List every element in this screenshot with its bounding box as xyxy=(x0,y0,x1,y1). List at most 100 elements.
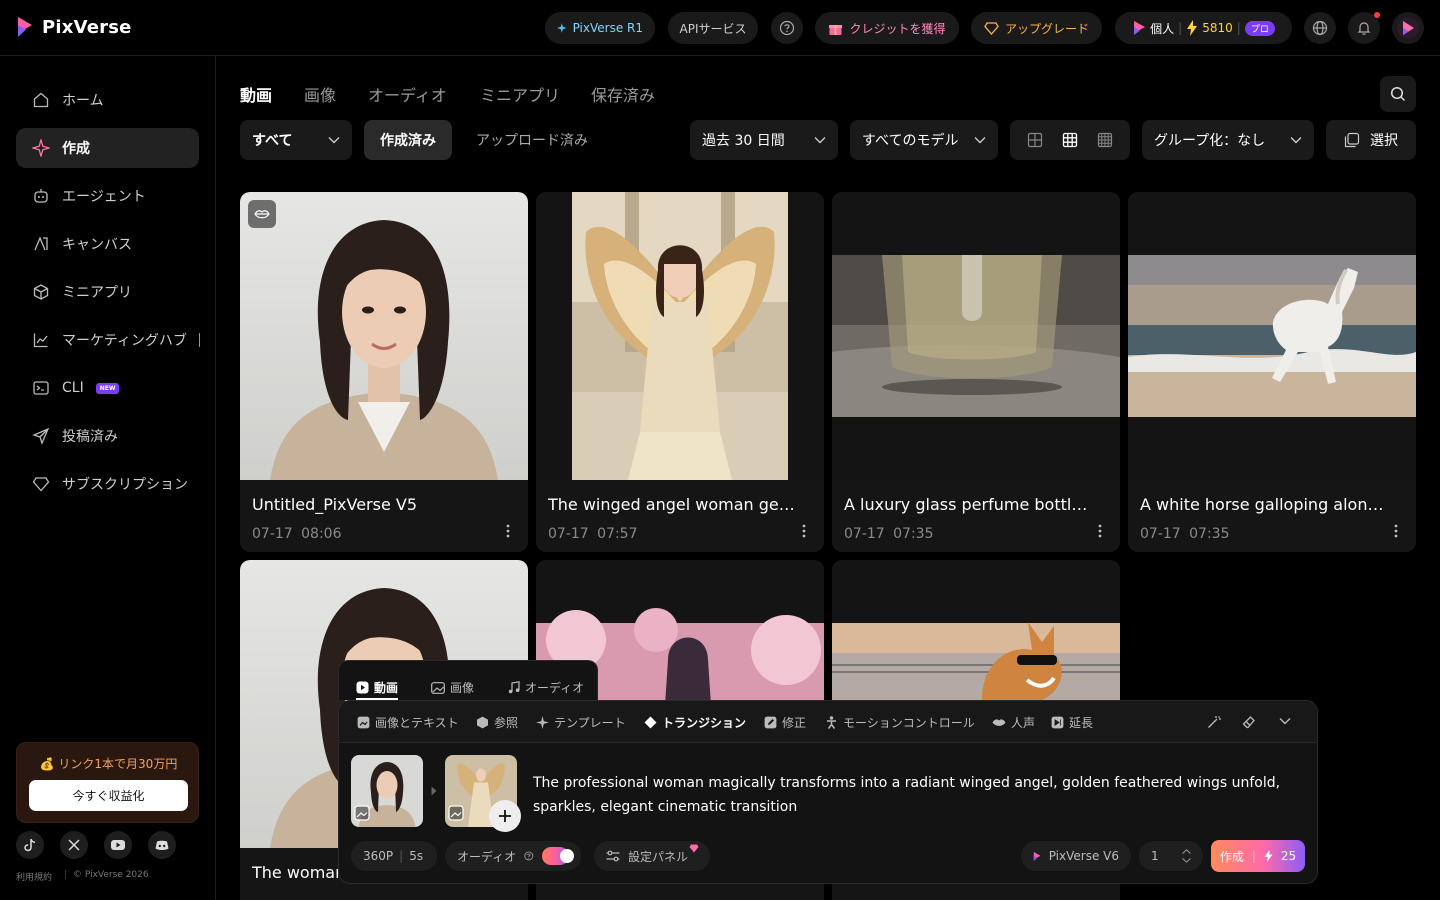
earn-credits-button[interactable]: クレジットを獲得 xyxy=(815,12,959,44)
language-button[interactable] xyxy=(1304,12,1336,44)
select-button[interactable]: 選択 xyxy=(1326,120,1416,160)
discord-link[interactable] xyxy=(148,831,176,859)
pixverse-r1-button[interactable]: PixVerse R1 xyxy=(545,12,655,44)
tab-video[interactable]: 動画 xyxy=(240,82,272,106)
lightning-icon xyxy=(1264,850,1273,862)
date-range-select[interactable]: 過去 30 日間 xyxy=(690,120,838,160)
perfume-bottle-thumbnail xyxy=(832,192,1120,480)
upgrade-button[interactable]: アップグレード xyxy=(971,12,1102,44)
select-icon xyxy=(1344,132,1360,148)
more-options-icon[interactable] xyxy=(802,524,806,538)
create-button[interactable]: 作成 | 25 xyxy=(1211,840,1305,872)
sidebar-item-posted[interactable]: 投稿済み xyxy=(16,416,199,456)
tab-saved[interactable]: 保存済み xyxy=(591,82,655,106)
prompt-text[interactable]: The professional woman magically transfo… xyxy=(533,771,1303,819)
sparkle-icon xyxy=(536,716,549,729)
grid-medium-icon[interactable] xyxy=(1062,132,1078,148)
youtube-link[interactable] xyxy=(104,831,132,859)
composer-tab-audio[interactable]: オーディオ xyxy=(508,679,584,696)
settings-panel-button[interactable]: 設定パネル xyxy=(594,841,710,871)
add-frame-button[interactable] xyxy=(489,800,521,832)
brand-logo[interactable]: PixVerse xyxy=(16,16,132,38)
date-range-value: 過去 30 日間 xyxy=(702,133,785,149)
video-card[interactable]: A white horse galloping along... 07-17 0… xyxy=(1128,192,1416,552)
sidebar-item-mini-apps[interactable]: ミニアプリ xyxy=(16,272,199,312)
resolution-duration-select[interactable]: 360P | 5s xyxy=(351,841,437,871)
start-frame-image[interactable] xyxy=(351,755,423,827)
sidebar-item-marketing-hub[interactable]: マーケティングハブ xyxy=(16,320,199,360)
mode-extend[interactable]: 延長 xyxy=(1051,714,1093,731)
mode-voice[interactable]: 人声 xyxy=(992,714,1035,731)
magic-wand-icon[interactable] xyxy=(1207,715,1221,729)
r1-label: PixVerse R1 xyxy=(572,21,643,35)
api-label: APIサービス xyxy=(679,21,747,36)
search-button[interactable] xyxy=(1380,76,1416,112)
mode-transition[interactable]: トランジション xyxy=(644,714,746,731)
sparkle-icon xyxy=(557,23,567,33)
video-thumbnail[interactable] xyxy=(1128,192,1416,480)
mode-reference[interactable]: 参照 xyxy=(476,714,518,731)
tab-audio[interactable]: オーディオ xyxy=(368,82,447,106)
chevron-down-icon xyxy=(328,137,340,144)
grid-large-icon[interactable] xyxy=(1027,132,1043,148)
terms-link[interactable]: 利用規約 xyxy=(16,870,52,883)
video-icon xyxy=(356,681,369,694)
monetize-button[interactable]: 今すぐ収益化 xyxy=(29,780,188,811)
mode-motion-control[interactable]: モーションコントロール xyxy=(825,714,975,731)
divider: | xyxy=(1236,21,1241,35)
music-icon xyxy=(508,681,520,694)
account-plan-button[interactable]: 個人 | 5810 | プロ xyxy=(1115,12,1292,44)
created-filter-button[interactable]: 作成済み xyxy=(364,120,452,160)
model-selector[interactable]: PixVerse V6 xyxy=(1021,841,1131,871)
question-icon[interactable] xyxy=(524,850,534,862)
sidebar-item-agent[interactable]: エージェント xyxy=(16,176,199,216)
composer-tab-image[interactable]: 画像 xyxy=(431,679,474,696)
chevron-down-icon[interactable] xyxy=(1182,858,1191,863)
notification-dot xyxy=(1374,12,1380,18)
more-options-icon[interactable] xyxy=(506,524,510,538)
tiktok-icon xyxy=(24,838,36,852)
video-card[interactable]: Untitled_PixVerse V5 07-17 08:06 xyxy=(240,192,528,552)
mode-label: 参照 xyxy=(494,716,519,730)
video-card[interactable]: A luxury glass perfume bottle_... 07-17 … xyxy=(832,192,1120,552)
video-card[interactable]: The winged angel woman gent... 07-17 07:… xyxy=(536,192,824,552)
chevron-up-icon[interactable] xyxy=(1182,849,1191,854)
type-select[interactable]: すべて xyxy=(240,120,352,160)
sidebar-item-cli[interactable]: CLI NEW xyxy=(16,368,199,408)
group-by-select[interactable]: グループ化：なし xyxy=(1142,120,1314,160)
mode-label: 人声 xyxy=(1011,716,1036,730)
more-options-icon[interactable] xyxy=(1098,524,1102,538)
uploaded-filter-button[interactable]: アップロード済み xyxy=(464,120,600,160)
video-thumbnail[interactable] xyxy=(240,192,528,480)
api-service-button[interactable]: APIサービス xyxy=(668,12,758,44)
sidebar-item-home[interactable]: ホーム xyxy=(16,80,199,120)
mode-label: トランジション xyxy=(662,716,747,730)
notification-button[interactable] xyxy=(1348,12,1380,44)
sidebar-item-subscription[interactable]: サブスクリプション xyxy=(16,464,199,504)
chevron-down-icon[interactable] xyxy=(1279,717,1291,725)
tab-mini-apps[interactable]: ミニアプリ xyxy=(480,82,560,106)
more-options-icon[interactable] xyxy=(1394,524,1398,538)
video-thumbnail[interactable] xyxy=(536,192,824,480)
avatar[interactable] xyxy=(1392,12,1424,44)
sidebar-item-label: ホーム xyxy=(62,93,104,109)
eraser-icon[interactable] xyxy=(1242,715,1256,729)
mode-modify[interactable]: 修正 xyxy=(764,714,806,731)
audio-toggle-switch[interactable] xyxy=(541,847,574,865)
video-thumbnail[interactable] xyxy=(832,192,1120,480)
help-button[interactable] xyxy=(771,12,803,44)
quantity-stepper[interactable]: 1 xyxy=(1139,841,1203,871)
grid-small-icon[interactable] xyxy=(1097,132,1113,148)
composer-tab-video[interactable]: 動画 xyxy=(356,679,398,696)
tiktok-link[interactable] xyxy=(16,831,44,859)
sidebar-item-create[interactable]: 作成 xyxy=(16,128,199,168)
tab-image[interactable]: 画像 xyxy=(304,82,336,106)
sidebar-item-canvas[interactable]: キャンバス xyxy=(16,224,199,264)
mode-image-text[interactable]: 画像とテキスト xyxy=(357,714,459,731)
audio-label: オーディオ xyxy=(457,849,517,864)
composer-tab-label: 動画 xyxy=(374,681,399,695)
model-select[interactable]: すべてのモデル xyxy=(850,120,998,160)
mode-template[interactable]: テンプレート xyxy=(536,714,626,731)
home-icon xyxy=(33,92,49,108)
x-link[interactable] xyxy=(60,831,88,859)
